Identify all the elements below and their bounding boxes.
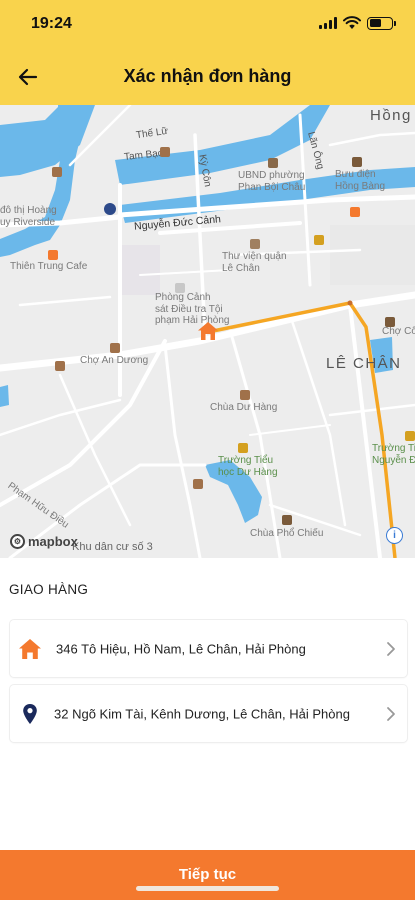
poi-icon [350, 207, 360, 217]
poi-icon [110, 343, 120, 353]
poi-icon [385, 317, 395, 327]
dropoff-address-row[interactable]: 32 Ngõ Kim Tài, Kênh Dương, Lê Chân, Hải… [10, 685, 407, 742]
map-label: Chùa Phổ Chiếu [250, 528, 324, 539]
map-label: LÊ CHÂN [326, 355, 402, 372]
poi-icon [268, 158, 278, 168]
chevron-right-icon [387, 706, 395, 721]
poi-icon [240, 390, 250, 400]
map-label: Thư viện quận Lê Chân [222, 251, 287, 274]
home-icon [19, 638, 41, 659]
mapbox-logo[interactable]: ⚙ mapbox [10, 534, 78, 549]
cellular-signal-icon [319, 17, 337, 29]
map-label: UBND phường Phan Bội Châu [238, 170, 306, 193]
location-pin-icon [23, 703, 37, 724]
status-time: 19:24 [31, 15, 72, 32]
mapbox-icon: ⚙ [10, 534, 25, 549]
pickup-address-text: 346 Tô Hiệu, Hồ Nam, Lê Chân, Hải Phòng [56, 641, 306, 656]
map-label: đô thị Hoàng uy Riverside [0, 205, 57, 228]
pickup-address-row[interactable]: 346 Tô Hiệu, Hồ Nam, Lê Chân, Hải Phòng [10, 620, 407, 677]
poi-icon [405, 431, 415, 441]
poi-icon [314, 235, 324, 245]
poi-icon [160, 147, 170, 157]
map-label: Trường Tiểu học Dư Hàng [218, 455, 278, 478]
map-label: Thiên Trung Cafe [10, 261, 88, 272]
continue-button[interactable]: Tiếp tục [0, 850, 415, 900]
poi-icon [238, 443, 248, 453]
poi-icon [193, 479, 203, 489]
poi-icon [52, 167, 62, 177]
map-label: Chùa Dư Hàng [210, 402, 278, 413]
origin-home-marker-icon [198, 322, 218, 340]
map-label: Trường Tiể Nguyễn Đ [372, 443, 415, 466]
app-header: 19:24 Xác nhận đơn hàng [0, 0, 415, 105]
map-label: Chợ An Dương [80, 355, 149, 366]
map-label: Khu dân cư số 3 [72, 541, 153, 553]
map-info-button[interactable]: i [386, 527, 403, 544]
page-title: Xác nhận đơn hàng [123, 66, 292, 86]
poi-icon [175, 283, 185, 293]
poi-icon [352, 157, 362, 167]
home-indicator [136, 886, 279, 891]
mapbox-wordmark: mapbox [28, 534, 78, 549]
map-label: Chợ Cố [382, 326, 415, 337]
poi-icon [282, 515, 292, 525]
battery-icon [367, 16, 396, 30]
wifi-icon [343, 16, 361, 29]
delivery-section-title: GIAO HÀNG [9, 582, 89, 597]
bus-stop-icon [104, 203, 116, 215]
poi-icon [48, 250, 58, 260]
route-map[interactable]: Hồng Thế Lữ Tam Bạc Kỳ Côn Lãn Ông UBND … [0, 105, 415, 558]
poi-icon [250, 239, 260, 249]
route-waypoint [347, 300, 353, 306]
chevron-right-icon [387, 641, 395, 656]
map-label: Bưu điện Hồng Bàng [335, 169, 386, 192]
map-label: Hồng [370, 107, 412, 124]
status-icons [319, 16, 396, 30]
poi-icon [55, 361, 65, 371]
nav-bar: Xác nhận đơn hàng [0, 50, 415, 102]
dropoff-address-text: 32 Ngõ Kim Tài, Kênh Dương, Lê Chân, Hải… [54, 706, 350, 721]
status-bar: 19:24 [0, 0, 415, 46]
